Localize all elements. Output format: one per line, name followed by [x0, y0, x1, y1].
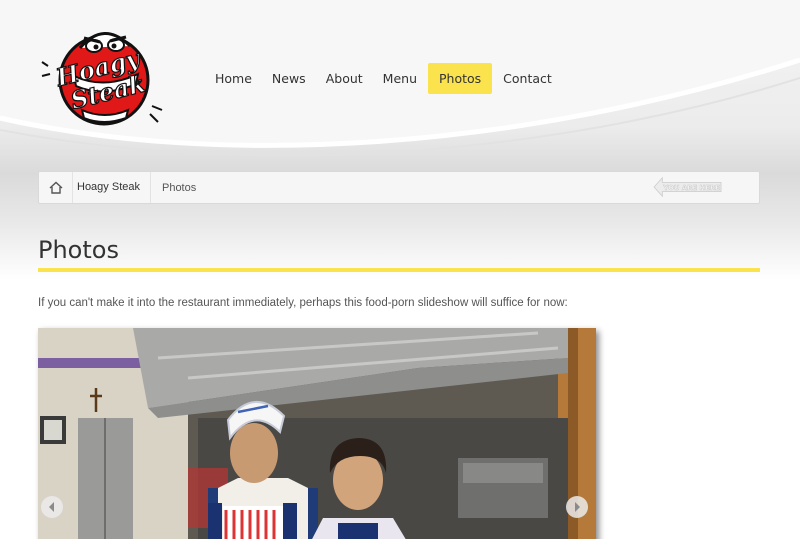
site-logo[interactable]: Hoagy Steak	[40, 18, 170, 134]
nav-contact[interactable]: Contact	[494, 63, 561, 94]
breadcrumb: Hoagy Steak Photos YOU ARE HERE	[38, 171, 760, 204]
nav-menu[interactable]: Menu	[374, 63, 426, 94]
nav-home[interactable]: Home	[206, 63, 261, 94]
slideshow-next-button[interactable]	[566, 496, 588, 518]
breadcrumb-current: Photos	[161, 181, 197, 194]
breadcrumb-home[interactable]	[39, 172, 73, 203]
you-are-here-text: YOU ARE HERE	[662, 184, 720, 192]
arrow-left-icon	[49, 502, 54, 512]
slideshow-prev-button[interactable]	[41, 496, 63, 518]
nav-news[interactable]: News	[263, 63, 315, 94]
slide-photo	[38, 328, 596, 539]
title-underline	[38, 268, 760, 272]
photo-slideshow[interactable]	[38, 328, 596, 539]
main-nav: Home News About Menu Photos Contact	[206, 63, 563, 94]
home-icon	[49, 181, 62, 194]
you-are-here-badge: YOU ARE HERE	[653, 176, 722, 198]
logo-graphic: Hoagy Steak	[41, 32, 163, 126]
nav-about[interactable]: About	[317, 63, 372, 94]
page-title: Photos	[38, 236, 119, 264]
intro-text: If you can't make it into the restaurant…	[38, 297, 568, 309]
breadcrumb-site[interactable]: Hoagy Steak	[73, 172, 151, 203]
nav-photos[interactable]: Photos	[428, 63, 493, 94]
arrow-right-icon	[575, 502, 580, 512]
